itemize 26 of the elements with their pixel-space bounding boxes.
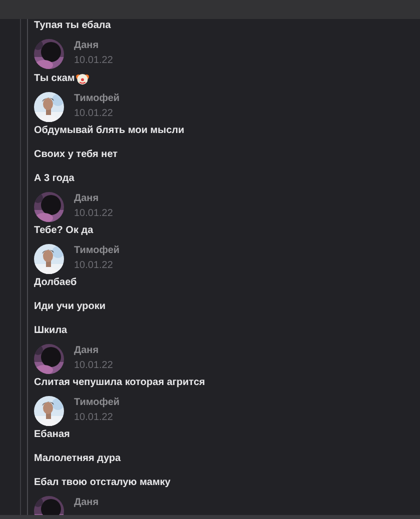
message-text: А 3 года bbox=[34, 173, 74, 185]
author-name[interactable]: Даня bbox=[74, 40, 113, 52]
message-date: 10.01.22 bbox=[74, 108, 114, 120]
message-date: 10.01.22 bbox=[74, 360, 113, 372]
author-name[interactable]: Даня bbox=[74, 193, 113, 205]
author-name[interactable]: Тимофей bbox=[74, 245, 120, 257]
message-date: 10.01.22 bbox=[74, 412, 114, 424]
message-date: 10.01.22 bbox=[74, 260, 114, 272]
message-text: Тупая ты ебала bbox=[34, 20, 111, 32]
message-text: Ебал твою отсталую мамку bbox=[34, 477, 170, 489]
message-text: Ебаная bbox=[34, 429, 70, 441]
message-text: Ты скам bbox=[34, 72, 75, 84]
author-name[interactable]: Даня bbox=[74, 345, 113, 357]
message-text: Иди учи уроки bbox=[34, 301, 106, 313]
message-text: Своих у тебя нет bbox=[34, 149, 118, 161]
message-date: 10.01.22 bbox=[74, 208, 113, 220]
message-text: Слитая чепушила которая агрится bbox=[34, 377, 205, 389]
message-text: Обдумывай блять мои мысли bbox=[34, 125, 184, 137]
message-text: Долбаеб bbox=[34, 277, 77, 289]
message-text: Малолетняя дура bbox=[34, 453, 121, 465]
message-text: Тебе? Ок да bbox=[34, 225, 94, 237]
author-name[interactable]: Тимофей bbox=[74, 93, 120, 105]
message-date: 10.01.22 bbox=[74, 55, 113, 67]
author-name[interactable]: Даня bbox=[74, 497, 99, 509]
message-text: Шкила bbox=[34, 325, 68, 337]
author-name[interactable]: Тимофей bbox=[74, 397, 120, 409]
